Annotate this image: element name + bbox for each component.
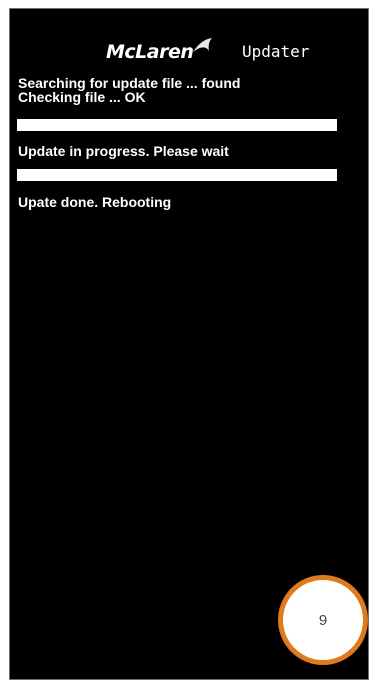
status-line-check: Checking file ... OK: [18, 89, 146, 105]
mclaren-swoosh-icon: [193, 38, 213, 52]
check-progress-bar: [17, 119, 337, 131]
check-progress-fill: [17, 119, 337, 131]
status-line-update: Update in progress. Please wait: [18, 143, 229, 159]
step-number-marker: 9: [278, 575, 368, 665]
update-progress-bar: [17, 169, 337, 181]
header: McLaren Updater: [10, 35, 368, 65]
update-progress-fill: [17, 169, 337, 181]
app-title: Updater: [242, 42, 310, 61]
device-frame: McLaren Updater Searching for update fil…: [0, 0, 377, 684]
mclaren-logo: McLaren: [106, 35, 213, 63]
status-line-done: Upate done. Rebooting: [18, 194, 172, 210]
mclaren-logo-text: McLaren: [106, 41, 194, 63]
